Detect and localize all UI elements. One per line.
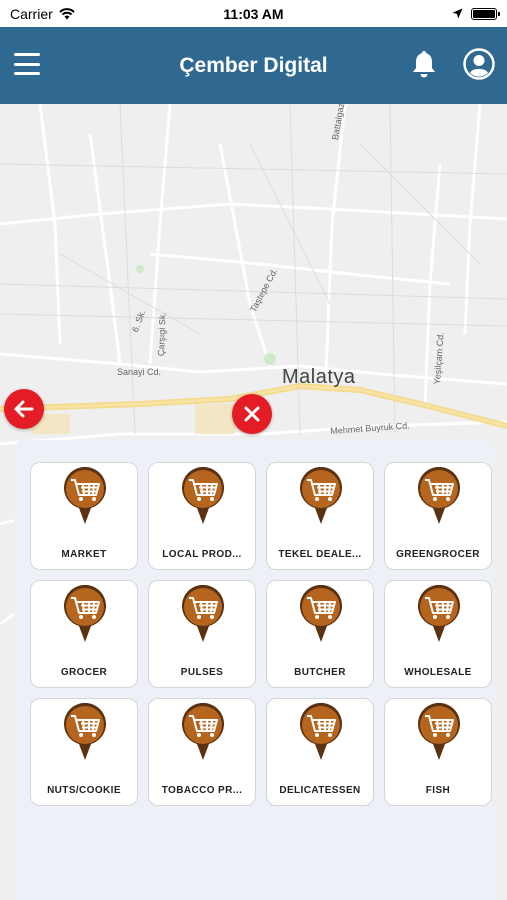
close-icon [244,406,260,422]
map-city-label: Malatya [282,366,356,388]
category-card[interactable]: FISH [384,698,492,806]
cart-pin-icon [182,467,224,524]
category-card[interactable]: WHOLESALE [384,580,492,688]
category-card[interactable]: MARKET [30,462,138,570]
cart-pin-icon [64,467,106,524]
category-card[interactable]: TEKEL DEALE... [266,462,374,570]
map-street-label: Sanayi Cd. [117,367,162,377]
category-label: WHOLESALE [404,667,472,678]
map-street-label: Çarşıgi Sk. [156,312,168,357]
arrow-left-icon [14,400,34,418]
close-button[interactable] [232,394,272,434]
category-label: GREENGROCER [396,549,480,560]
menu-button[interactable] [14,53,40,75]
battery-icon [471,7,500,20]
bell-icon[interactable] [410,49,438,79]
category-label: NUTS/COOKIE [47,785,121,796]
status-bar: Carrier 11:03 AM [0,0,507,27]
category-card[interactable]: TOBACCO PR... [148,698,256,806]
category-label: PULSES [180,667,224,678]
category-label: DELICATESSEN [279,785,361,796]
status-time: 11:03 AM [223,5,284,22]
cart-pin-icon [300,467,342,524]
cart-pin-icon [418,585,460,642]
category-panel: MARKET LOCAL PROD... TEKEL DEALE... GREE… [14,440,494,900]
category-card[interactable]: LOCAL PROD... [148,462,256,570]
hamburger-icon [14,53,40,56]
category-card[interactable]: GREENGROCER [384,462,492,570]
category-label: MARKET [61,549,107,560]
category-label: GROCER [60,667,108,678]
category-card[interactable]: GROCER [30,580,138,688]
category-card[interactable]: BUTCHER [266,580,374,688]
category-card[interactable]: PULSES [148,580,256,688]
cart-pin-icon [300,585,342,642]
back-button[interactable] [4,389,44,429]
category-label: LOCAL PROD... [162,549,242,560]
cart-pin-icon [418,467,460,524]
cart-pin-icon [64,585,106,642]
cart-pin-icon [182,585,224,642]
user-icon[interactable] [463,48,495,80]
category-grid: MARKET LOCAL PROD... TEKEL DEALE... GREE… [30,462,492,806]
category-card[interactable]: NUTS/COOKIE [30,698,138,806]
category-card[interactable]: DELICATESSEN [266,698,374,806]
app-header: Çember Digital [0,27,507,104]
cart-pin-icon [418,703,460,760]
cart-pin-icon [182,703,224,760]
category-label: TOBACCO PR... [161,785,243,796]
category-label: TEKEL DEALE... [278,549,362,560]
cart-pin-icon [64,703,106,760]
category-label: FISH [425,785,451,796]
cart-pin-icon [300,703,342,760]
category-label: BUTCHER [294,667,346,678]
page-title: Çember Digital [179,53,328,77]
